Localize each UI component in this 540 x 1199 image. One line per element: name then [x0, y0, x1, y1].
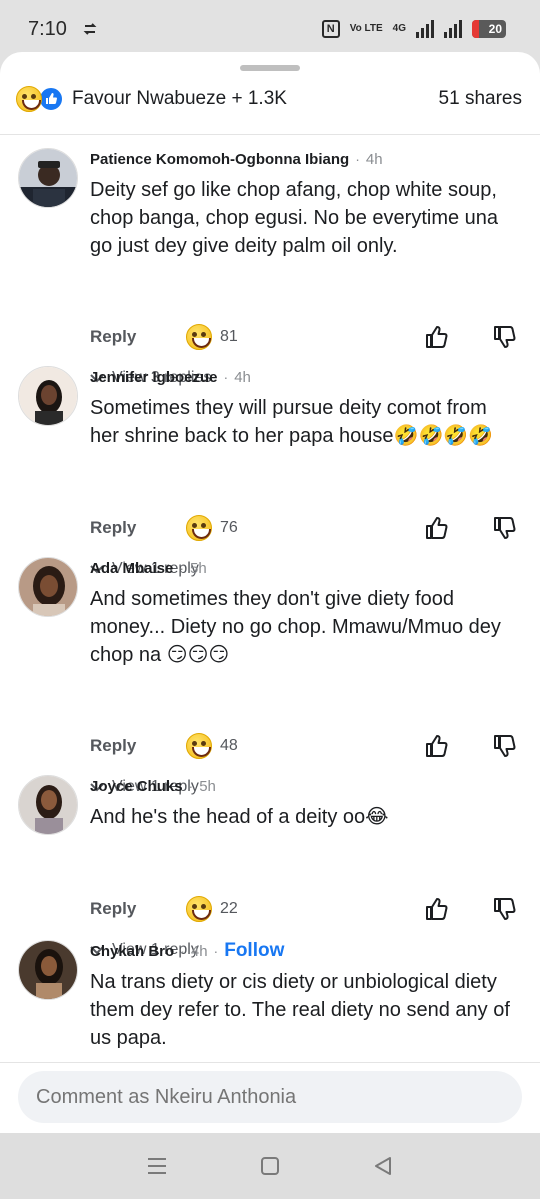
haha-reaction-icon — [186, 515, 212, 541]
signal-strength-icon-2 — [444, 20, 462, 38]
reaction-count-value: 81 — [220, 328, 238, 345]
comment-body: Patience Komomoh-Ogbonna Ibiang · 4h Dei… — [90, 148, 518, 260]
comment-time: 4h — [234, 368, 251, 386]
reply-button[interactable]: Reply — [90, 899, 186, 919]
reaction-icons — [16, 86, 64, 112]
home-square-icon — [260, 1157, 279, 1175]
comment-time: 4h — [365, 150, 383, 168]
reaction-count[interactable]: 22 — [186, 896, 238, 922]
meta-separator: · — [188, 778, 194, 794]
comment-body: Joyce Chuks · 5h And he's the head of a … — [90, 775, 518, 831]
comment-body: Jennifer Igboezue · 4h Sometimes they wi… — [90, 366, 518, 450]
nfc-icon: N — [321, 20, 340, 38]
reply-button[interactable]: Reply — [90, 327, 186, 347]
comment-actions: Reply 76 — [90, 511, 518, 545]
drag-handle[interactable] — [240, 65, 300, 71]
meta-separator: · — [179, 560, 185, 576]
follow-button[interactable]: Follow — [224, 940, 284, 962]
haha-reaction-icon — [16, 86, 42, 112]
volte-label: Vo LTE — [349, 23, 383, 34]
commenter-name[interactable]: Jennifer Igboezue — [90, 369, 218, 386]
avatar[interactable] — [18, 148, 78, 208]
comment-text: And sometimes they don't give diety food… — [90, 588, 501, 666]
comment-body: Ada Mbaise · 5h And sometimes they don't… — [90, 557, 518, 669]
meta-separator: · — [223, 369, 229, 385]
downvote-icon[interactable] — [492, 324, 518, 350]
comment-time: 5h — [199, 777, 216, 795]
reaction-count[interactable]: 48 — [186, 733, 238, 759]
haha-reaction-icon — [186, 896, 212, 922]
network-type: 4G — [392, 23, 406, 34]
avatar[interactable] — [18, 775, 78, 835]
upvote-icon[interactable] — [424, 515, 450, 541]
commenter-name[interactable]: Chykah Bro — [90, 943, 174, 960]
comment-text: Sometimes they will pursue deity comot f… — [90, 397, 494, 447]
meta-separator: · — [355, 151, 360, 167]
upvote-icon[interactable] — [424, 324, 450, 350]
menu-icon — [147, 1158, 166, 1174]
reactions-summary[interactable]: Favour Nwabueze + 1.3K — [16, 86, 287, 112]
header-divider — [0, 134, 540, 135]
meta-separator: · — [213, 943, 219, 959]
comment-actions: Reply 48 — [90, 729, 518, 763]
comments-sheet: Favour Nwabueze + 1.3K 51 shares Patienc… — [0, 52, 540, 1133]
recents-button[interactable] — [146, 1155, 168, 1177]
upvote-icon[interactable] — [424, 896, 450, 922]
haha-reaction-icon — [186, 733, 212, 759]
battery-level: 20 — [488, 22, 502, 36]
sheet-header: Favour Nwabueze + 1.3K 51 shares — [16, 82, 522, 116]
comment-input[interactable] — [18, 1071, 522, 1123]
reaction-count-value: 22 — [220, 900, 238, 917]
comment-text: Na trans diety or cis diety or unbiologi… — [90, 971, 510, 1049]
reaction-count[interactable]: 81 — [186, 324, 238, 350]
comment-actions: Reply 22 — [90, 892, 518, 926]
comment-time: 5h — [190, 559, 207, 577]
reaction-count-value: 48 — [220, 737, 238, 754]
haha-reaction-icon — [186, 324, 212, 350]
reply-button[interactable]: Reply — [90, 736, 186, 756]
comment-time: 4h — [190, 942, 208, 960]
clock: 7:10 — [28, 17, 67, 40]
meta-separator: · — [180, 943, 185, 959]
avatar[interactable] — [18, 366, 78, 426]
downvote-icon[interactable] — [492, 733, 518, 759]
comment-body: Chykah Bro · 4h · Follow Na trans diety … — [90, 940, 518, 1052]
signal-strength-icon — [416, 20, 434, 38]
composer-bar — [0, 1062, 540, 1133]
back-triangle-icon — [375, 1157, 392, 1175]
shares-count[interactable]: 51 shares — [439, 88, 522, 110]
battery-icon: 20 — [472, 20, 506, 38]
commenter-name[interactable]: Ada Mbaise — [90, 560, 173, 577]
avatar[interactable] — [18, 940, 78, 1000]
downvote-icon[interactable] — [492, 515, 518, 541]
comment-text: Deity sef go like chop afang, chop white… — [90, 179, 499, 257]
system-nav-bar — [0, 1133, 540, 1199]
back-button[interactable] — [372, 1155, 394, 1177]
reply-button[interactable]: Reply — [90, 518, 186, 538]
avatar[interactable] — [18, 557, 78, 617]
reactions-text: Favour Nwabueze + 1.3K — [72, 88, 287, 109]
sync-icon — [83, 23, 97, 35]
commenter-name[interactable]: Joyce Chuks — [90, 778, 183, 795]
upvote-icon[interactable] — [424, 733, 450, 759]
commenter-name[interactable]: Patience Komomoh-Ogbonna Ibiang — [90, 151, 349, 168]
downvote-icon[interactable] — [492, 896, 518, 922]
home-button[interactable] — [259, 1155, 281, 1177]
status-bar: 7:10 N Vo LTE 4G 20 — [0, 0, 540, 58]
reaction-count[interactable]: 76 — [186, 515, 238, 541]
comment-text: And he's the head of a deity oo😂 — [90, 806, 389, 828]
reaction-count-value: 76 — [220, 519, 238, 536]
comment-actions: Reply 81 — [90, 320, 518, 354]
